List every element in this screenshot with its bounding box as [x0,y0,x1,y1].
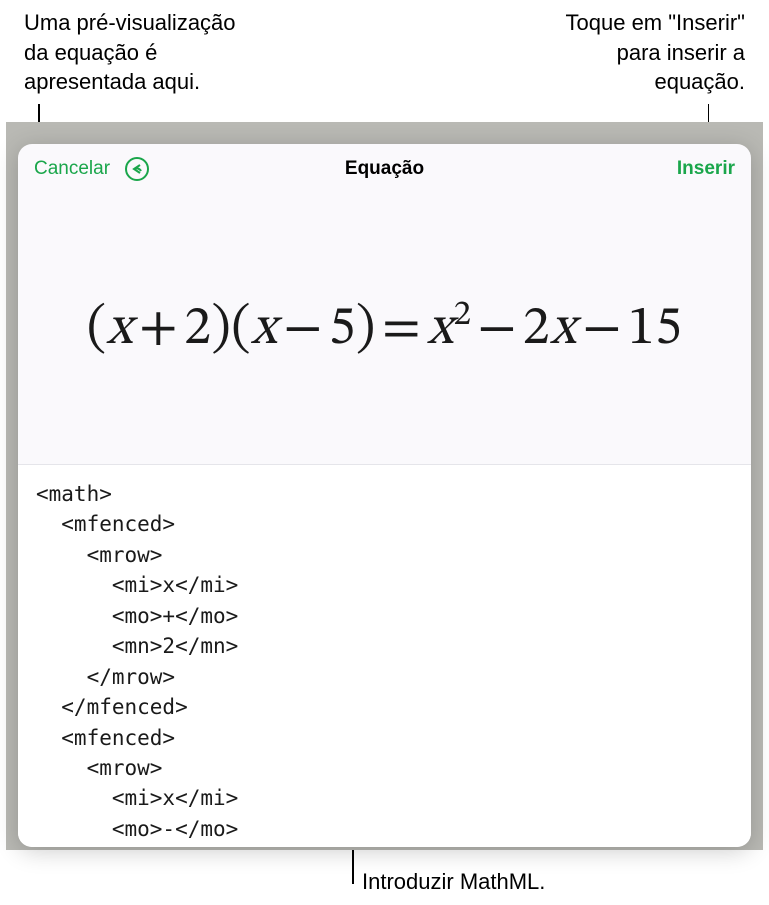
device-frame: Cancelar Equação Inserir (x+2)(x−5)=x2−2… [6,122,763,850]
callout-preview: Uma pré-visualização da equação é aprese… [24,8,254,97]
toolbar: Cancelar Equação Inserir [18,144,751,194]
callout-insert: Toque em "Inserir" para inserir a equaçã… [525,8,745,97]
equation-sheet: Cancelar Equação Inserir (x+2)(x−5)=x2−2… [18,144,751,847]
toolbar-left: Cancelar [34,154,152,184]
equation-rendered: (x+2)(x−5)=x2−2x−15 [87,295,683,363]
sheet-title: Equação [345,158,424,180]
mathml-editor[interactable]: <math> <mfenced> <mrow> <mi>x</mi> <mo>+… [18,464,751,847]
equation-preview: (x+2)(x−5)=x2−2x−15 [18,194,751,464]
cancel-button[interactable]: Cancelar [34,158,110,180]
undo-icon[interactable] [122,154,152,184]
callout-editor: Introduzir MathML. [362,867,545,897]
insert-button[interactable]: Inserir [677,158,735,180]
